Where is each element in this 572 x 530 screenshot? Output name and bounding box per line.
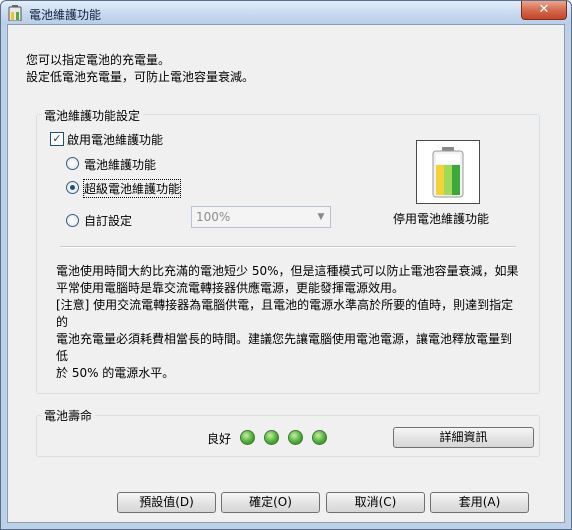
title-bar[interactable]: 電池維護功能 ✕ <box>1 1 571 25</box>
radio-battery-maintenance-label[interactable]: 電池維護功能 <box>84 156 156 173</box>
description-line: 於 50% 的電源水平。 <box>56 366 175 380</box>
radio-super-maintenance[interactable] <box>66 181 79 194</box>
enable-maintenance-label[interactable]: 啟用電池維護功能 <box>67 131 163 148</box>
intro-line-2: 設定低電池充電量，可防止電池容量衰減。 <box>26 70 255 84</box>
chevron-down-icon: ▼ <box>317 212 325 222</box>
description-line: 平常使用電腦時是靠交流電轉接器供應電源，更能發揮電源效用。 <box>56 281 405 295</box>
close-icon: ✕ <box>538 2 550 17</box>
battery-life-group-title: 電池壽命 <box>41 407 96 424</box>
health-indicator-icon <box>288 430 303 445</box>
battery-status-icon <box>416 140 480 204</box>
health-indicator-icon <box>240 430 255 445</box>
battery-status-label: 停用電池維護功能 <box>393 212 490 226</box>
custom-level-dropdown[interactable]: 100% ▼ <box>191 206 331 228</box>
close-button[interactable]: ✕ <box>521 1 567 20</box>
radio-super-maintenance-label[interactable]: 超級電池維護功能 <box>82 179 182 198</box>
defaults-button[interactable]: 預設值(D) <box>117 492 216 513</box>
radio-custom-setting[interactable] <box>66 214 79 227</box>
intro-line-1: 您可以指定電池的充電量。 <box>26 53 171 67</box>
radio-custom-setting-label[interactable]: 自訂設定 <box>84 212 132 229</box>
apply-button[interactable]: 套用(A) <box>430 492 529 513</box>
radio-battery-maintenance[interactable] <box>66 157 79 170</box>
settings-group-title: 電池維護功能設定 <box>41 107 144 124</box>
description-line: 電池充電量必須耗費相當長的時間。建議您先讓電腦使用電池電源，讓電池釋放電量到低 <box>56 332 513 363</box>
ok-button[interactable]: 確定(O) <box>221 492 320 513</box>
description-text: 電池使用時間大約比充滿的電池短少 50%，但是這種模式可以防止電池容量衰減，如果… <box>56 263 522 382</box>
health-indicator-icon <box>264 430 279 445</box>
settings-divider <box>60 246 516 248</box>
details-button[interactable]: 詳細資訊 <box>393 427 534 448</box>
enable-maintenance-checkbox[interactable]: ✓ <box>50 132 64 146</box>
battery-health-status: 良好 <box>207 432 232 446</box>
custom-level-value: 100% <box>196 210 231 224</box>
description-line: 電池使用時間大約比充滿的電池短少 50%，但是這種模式可以防止電池容量衰減，如果 <box>56 264 519 278</box>
description-line: [注意] 使用交流電轉接器為電腦供電，且電池的電源水準高於所要的值時，則達到指定… <box>56 298 514 329</box>
cancel-button[interactable]: 取消(C) <box>326 492 425 513</box>
health-indicator-icon <box>312 430 327 445</box>
window-title: 電池維護功能 <box>29 8 102 22</box>
battery-app-icon <box>8 5 22 21</box>
